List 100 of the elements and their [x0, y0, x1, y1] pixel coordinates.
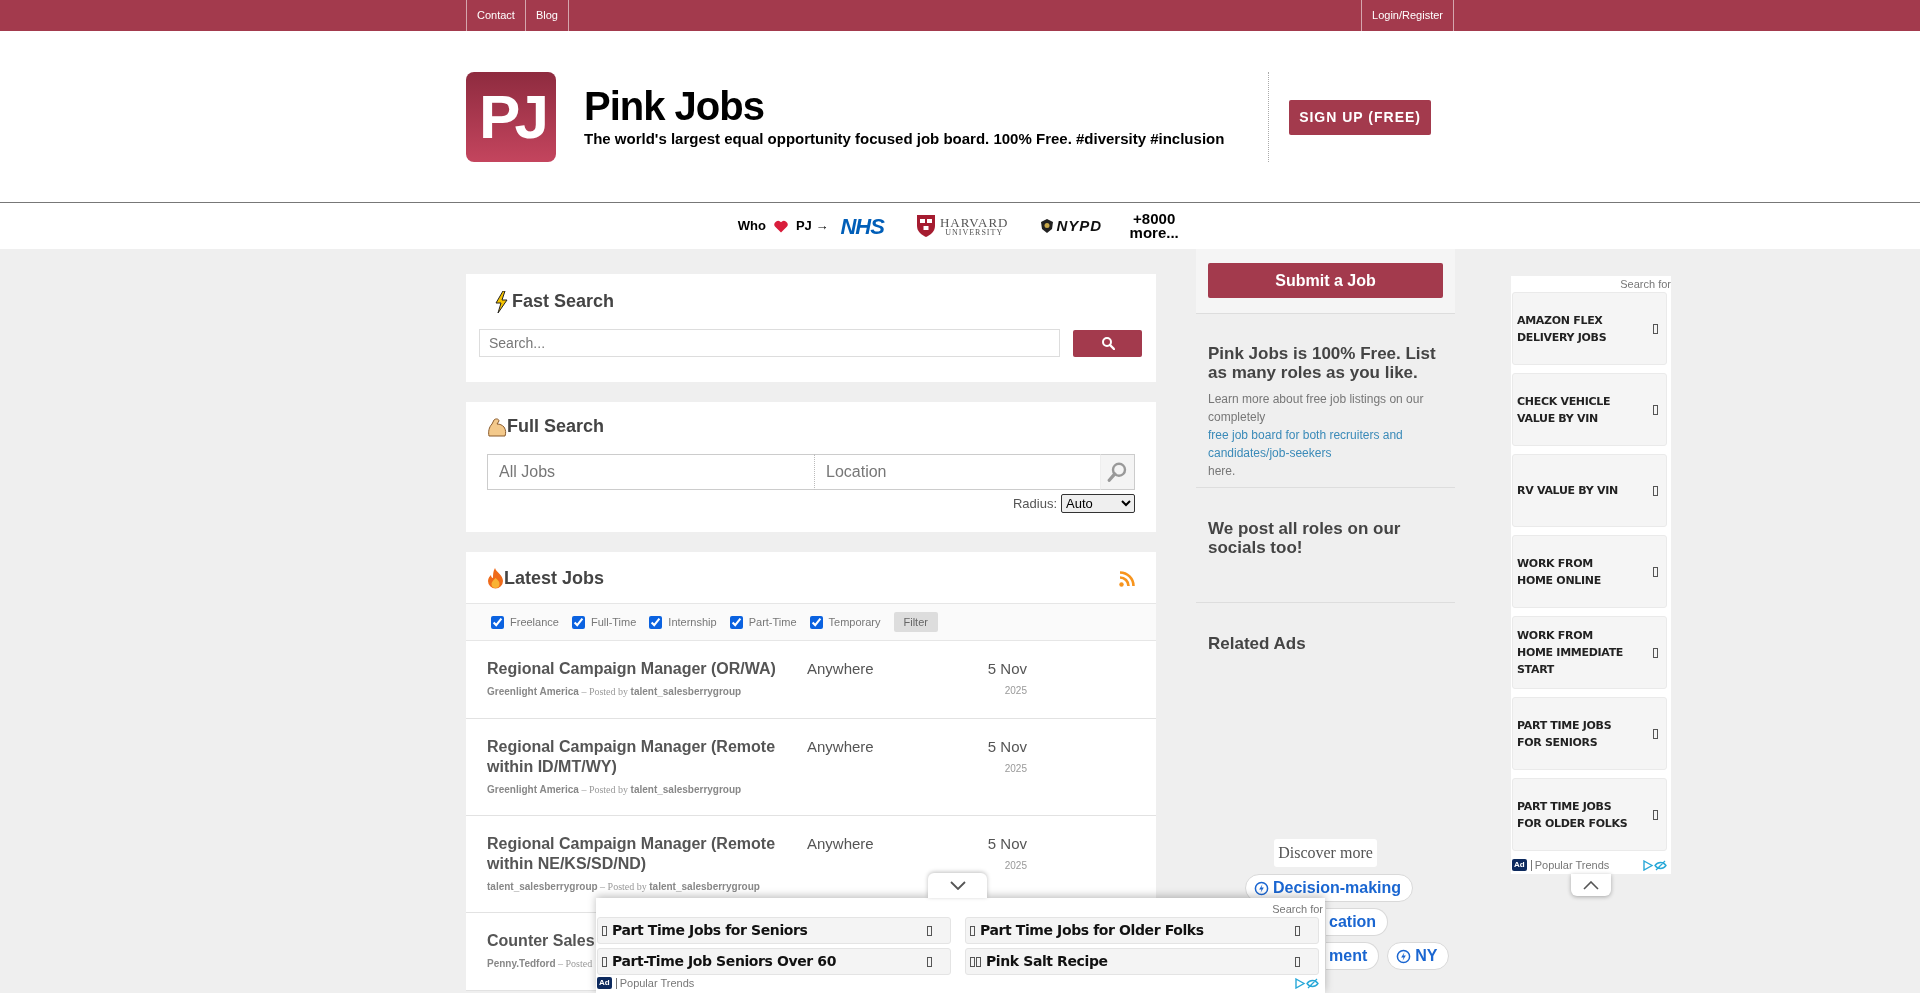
job-date: 5 Nov — [986, 737, 1027, 757]
company-name: Greenlight America — [487, 685, 579, 697]
search-for-label: Search for — [1271, 902, 1324, 917]
search-icon — [1100, 336, 1115, 350]
site-title: Pink Jobs — [584, 83, 765, 128]
job-field[interactable]: All Jobs — [487, 453, 814, 490]
radius-label: Radius: — [1012, 494, 1057, 513]
discover-label: Discover more — [1274, 839, 1377, 867]
missing-glyph-icon — [970, 925, 975, 936]
posted-by-label: – Posted by — [599, 880, 648, 892]
section-heading: Related Ads — [1208, 634, 1307, 653]
job-year: 2025 — [1003, 684, 1027, 698]
job-date: 5 Nov — [986, 834, 1027, 854]
filter-checkbox[interactable] — [809, 615, 823, 629]
ad-brand[interactable]: Popular Trends — [615, 977, 695, 989]
ad-link[interactable]: WORK FROM HOME ONLINE — [1512, 535, 1667, 608]
posted-by-label: – Posted by — [580, 685, 630, 697]
filter-label: Part-Time — [748, 614, 797, 630]
tagline: The world's largest equal opportunity focused job board. 100% Free. #diversity #inclusion — [584, 128, 1225, 149]
ad-link[interactable]: WORK FROM HOME IMMEDIATE START — [1512, 616, 1667, 689]
location-field[interactable]: Location — [814, 453, 1100, 490]
section-heading: We post all roles on our socials too! — [1208, 519, 1402, 557]
section-heading: Pink Jobs is 100% Free. List as many roles as you like. — [1208, 344, 1437, 382]
company-name: Penny.Tedford — [487, 957, 556, 969]
search-for-label: Search for — [1619, 277, 1671, 292]
flame-icon — [487, 568, 504, 589]
lightning-icon — [495, 291, 508, 313]
ad-link[interactable]: CHECK VEHICLE VALUE BY VIN — [1512, 373, 1667, 446]
poster-name: talent_salesberrygroup — [630, 685, 742, 697]
heart-icon — [773, 219, 788, 233]
shield-icon — [915, 214, 936, 238]
collapse-tab[interactable] — [1571, 874, 1611, 896]
chevron-down-icon — [949, 881, 966, 890]
ad-link[interactable]: PART TIME JOBS FOR SENIORS — [1512, 697, 1667, 770]
logo[interactable]: PJ — [466, 72, 556, 162]
ad-link[interactable]: AMAZON FLEX DELIVERY JOBS — [1512, 292, 1667, 365]
filter-checkbox[interactable] — [571, 615, 585, 629]
ad-link[interactable]: Pink Salt Recipe — [965, 948, 1319, 975]
topic-chip[interactable]: cation — [1326, 908, 1389, 936]
logo-text: HARVARD — [939, 215, 1009, 229]
flexed-arm-icon — [487, 416, 507, 437]
badge-icon — [1040, 219, 1053, 233]
job-year: 2025 — [1003, 762, 1027, 776]
adchoices-icon — [1295, 977, 1319, 989]
lightning-circle-icon — [1396, 948, 1412, 964]
job-title-link[interactable]: Counter Sales — [487, 931, 595, 951]
missing-glyph-icon — [1653, 404, 1658, 415]
lightning-circle-icon — [1254, 880, 1269, 896]
info-paragraph: Learn more about free job listings on our completely free job board for both recruiters and candidates/job-seekers here. — [1208, 390, 1443, 480]
job-title-link[interactable]: Regional Campaign Manager (Remote within ID/MT/WY) — [487, 737, 787, 777]
job-title-link[interactable]: Regional Campaign Manager (Remote within NE/KS/SD/ND) — [487, 834, 787, 874]
card-title: Fast Search — [512, 291, 615, 313]
job-location: Anywhere — [807, 737, 875, 757]
filter-checkbox[interactable] — [729, 615, 743, 629]
missing-glyph-icon — [1653, 566, 1658, 577]
job-year: 2025 — [1003, 859, 1027, 873]
topic-chip[interactable]: ment — [1326, 942, 1380, 970]
filter-label: Full-Time — [590, 614, 637, 630]
ad-badge: Ad — [1512, 859, 1527, 871]
search-field[interactable]: Search... — [479, 329, 1060, 357]
search-button[interactable] — [1100, 453, 1135, 490]
posted-by-label: – Posted by — [580, 783, 630, 795]
ad-brand[interactable]: Popular Trends — [1530, 859, 1610, 871]
ad-link[interactable]: Part Time Jobs for Seniors — [597, 917, 951, 944]
card-title: Full Search — [507, 416, 605, 438]
submit-job-button[interactable]: Submit a Job — [1208, 263, 1443, 298]
radius-select[interactable]: Auto — [1061, 493, 1135, 513]
topic-chip[interactable]: Decision-making — [1245, 874, 1414, 902]
ad-link[interactable]: RV VALUE BY VIN — [1512, 454, 1667, 527]
ad-link[interactable]: Part Time Jobs for Older Folks — [965, 917, 1319, 944]
search-button[interactable] — [1073, 329, 1142, 357]
filter-label: Freelance — [510, 614, 559, 630]
topic-chip[interactable]: NY — [1387, 942, 1450, 970]
filter-checkbox[interactable] — [649, 615, 663, 629]
job-location: Anywhere — [807, 659, 875, 679]
adchoices-icon — [1643, 859, 1667, 871]
signup-button[interactable]: SIGN UP (FREE) — [1289, 99, 1431, 135]
job-title-link[interactable]: Regional Campaign Manager (OR/WA) — [487, 659, 776, 679]
missing-glyph-icon — [602, 925, 607, 936]
strip-text: Who — [737, 217, 766, 236]
missing-glyph-icon — [1653, 647, 1658, 658]
missing-glyph-icon — [602, 956, 607, 967]
company-name: Greenlight America — [487, 783, 579, 795]
collapse-tab[interactable] — [928, 873, 987, 898]
logo-text: NHS — [840, 212, 884, 241]
filter-button[interactable]: Filter — [893, 611, 938, 633]
missing-glyph-icon — [1295, 925, 1300, 936]
missing-glyph-icon — [927, 925, 932, 936]
ad-link[interactable]: PART TIME JOBS FOR OLDER FOLKS — [1512, 778, 1667, 851]
ad-badge: Ad — [597, 977, 612, 989]
strip-text: PJ → — [795, 217, 829, 236]
company-name: talent_salesberrygroup — [487, 880, 598, 892]
poster-name: talent_salesberrygroup — [649, 880, 760, 892]
chevron-up-icon — [1583, 880, 1599, 890]
card-title: Latest Jobs — [504, 567, 605, 590]
filter-checkbox[interactable] — [491, 615, 504, 629]
logo-text: NYPD — [1056, 215, 1103, 236]
missing-glyph-icon — [1295, 956, 1300, 967]
job-date: 5 Nov — [986, 659, 1027, 679]
ad-link[interactable]: Part-Time Job Seniors Over 60 — [597, 948, 951, 975]
